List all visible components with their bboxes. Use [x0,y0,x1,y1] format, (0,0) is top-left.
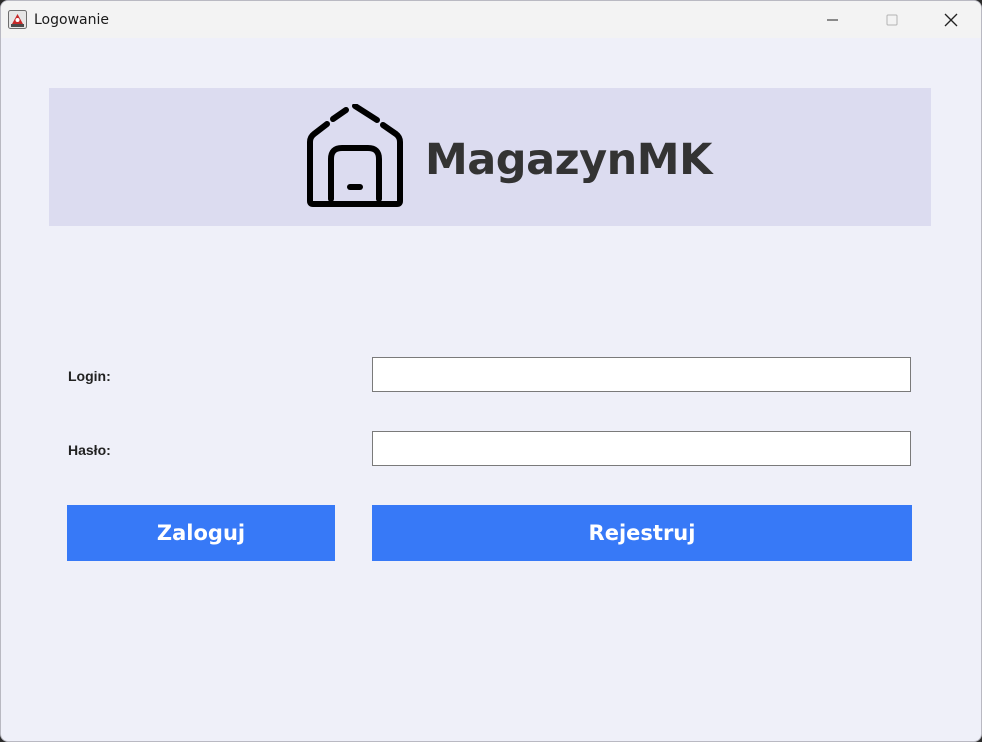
minimize-icon [827,19,838,21]
close-icon [944,13,958,27]
register-button[interactable]: Rejestruj [372,505,912,561]
password-label: Hasło: [68,442,111,458]
window-title: Logowanie [34,12,109,28]
login-input[interactable] [372,357,911,392]
warehouse-house-icon [305,103,405,209]
brand-title: MagazynMK [425,135,712,185]
login-label: Login: [68,368,111,384]
maximize-icon [886,14,898,26]
minimize-button[interactable] [809,1,857,38]
close-button[interactable] [927,1,975,38]
password-input[interactable] [372,431,911,466]
java-app-icon [8,10,27,29]
title-bar[interactable]: Logowanie [1,1,981,38]
login-button[interactable]: Zaloguj [67,505,335,561]
login-window: Logowanie MagazynMK Login: Hasło: Zalogu… [0,0,982,742]
maximize-button[interactable] [868,1,916,38]
